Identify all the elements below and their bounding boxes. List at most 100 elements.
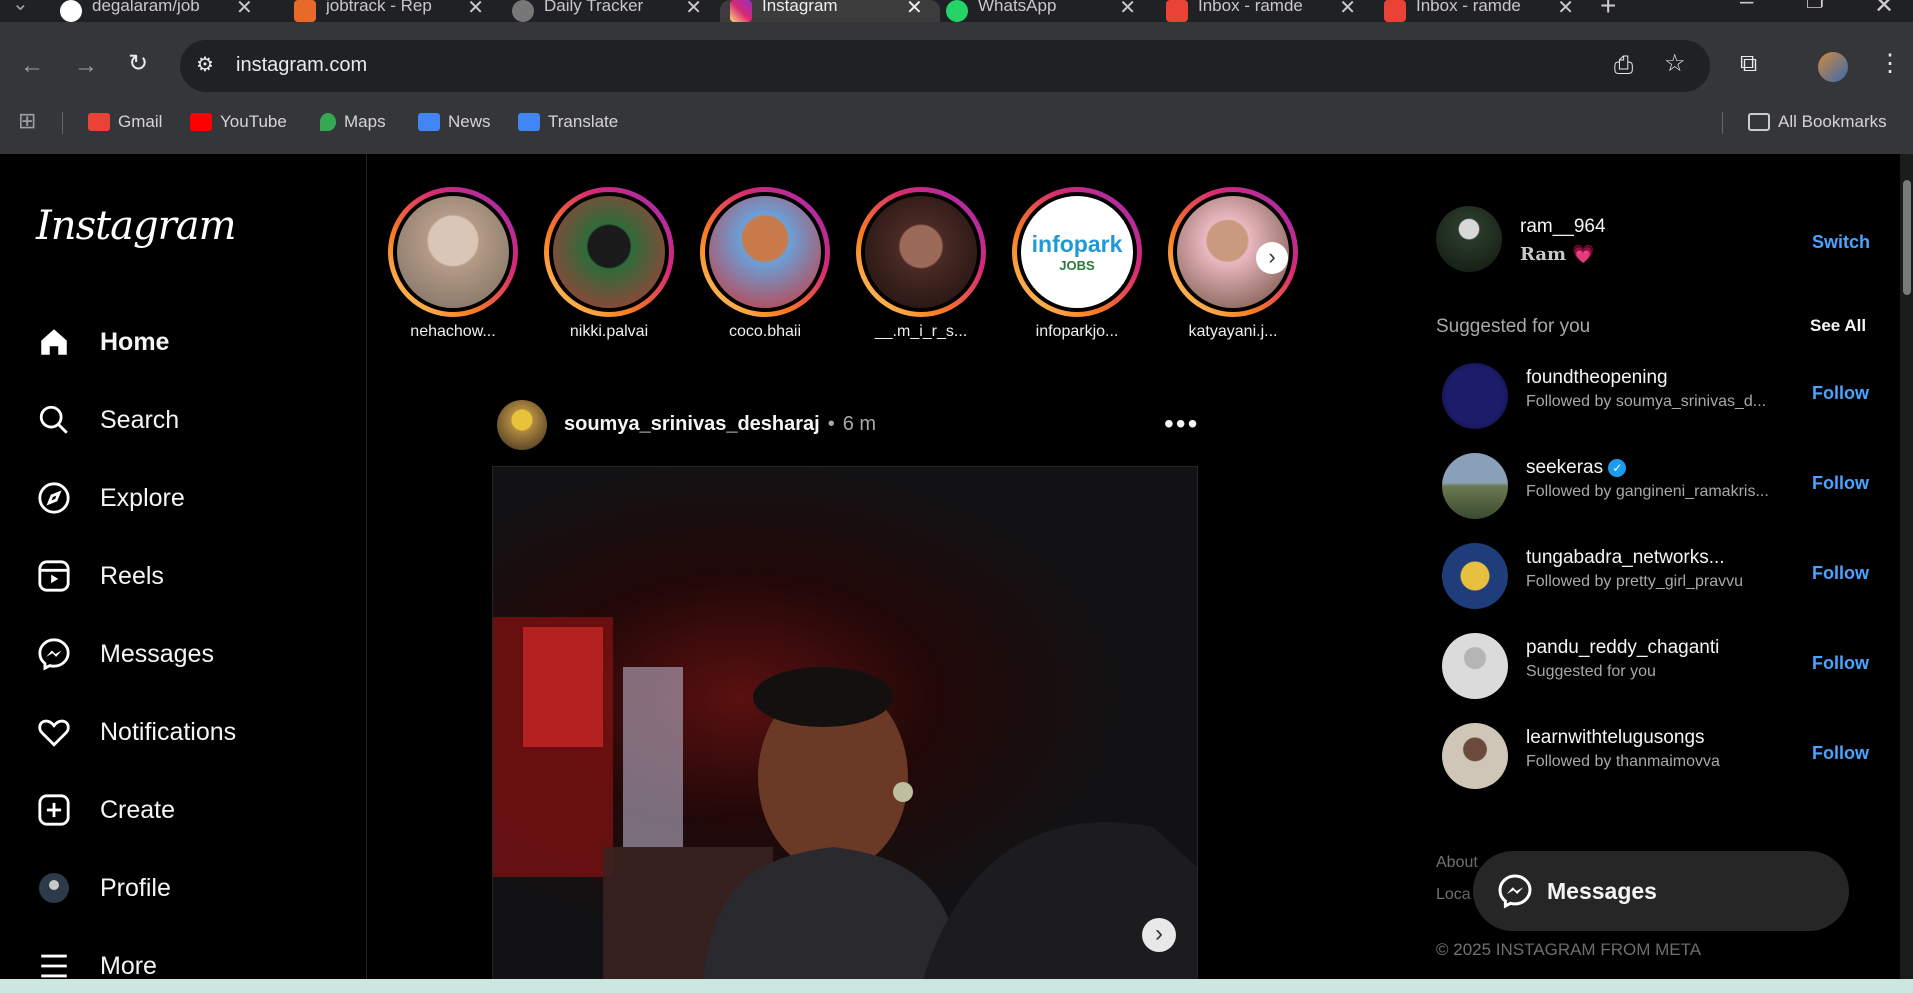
tab-daily-tracker[interactable]: Daily Tracker ✕ bbox=[512, 0, 702, 22]
instagram-logo[interactable]: Instagram bbox=[36, 203, 237, 249]
scrollbar-thumb[interactable] bbox=[1903, 180, 1911, 295]
story-username: nehachow... bbox=[410, 323, 496, 340]
tab-whatsapp[interactable]: WhatsApp ✕ bbox=[946, 0, 1136, 22]
follow-button[interactable]: Follow bbox=[1812, 383, 1869, 404]
restore-icon[interactable]: ❐ bbox=[1806, 0, 1824, 12]
story-item[interactable]: __.m_i_r_s... bbox=[846, 187, 996, 341]
tab-inbox-2[interactable]: Inbox - ramde ✕ bbox=[1384, 0, 1574, 22]
back-icon[interactable]: ← bbox=[20, 54, 44, 78]
site-info-icon[interactable]: ⚙ bbox=[196, 55, 214, 75]
suggestion-username[interactable]: tungabadra_networks... bbox=[1526, 547, 1725, 569]
nav-label: Reels bbox=[100, 561, 164, 590]
nav-label: Explore bbox=[100, 483, 185, 512]
github-icon bbox=[60, 0, 82, 22]
tab-title: jobtrack - Rep bbox=[326, 0, 432, 15]
profile-avatar[interactable] bbox=[1818, 52, 1848, 82]
nav-notifications[interactable]: Notifications bbox=[36, 714, 236, 750]
suggestion-username[interactable]: foundtheopening bbox=[1526, 367, 1668, 389]
story-item[interactable]: nikki.palvai bbox=[534, 187, 684, 341]
switch-account-button[interactable]: Switch bbox=[1812, 232, 1870, 253]
divider bbox=[1722, 112, 1723, 134]
post-image[interactable] bbox=[492, 466, 1198, 981]
bookmark-star-icon[interactable]: ☆ bbox=[1664, 52, 1686, 76]
nav-create[interactable]: Create bbox=[36, 792, 175, 828]
avatar[interactable] bbox=[1442, 633, 1508, 699]
suggestion-username[interactable]: learnwithtelugusongs bbox=[1526, 727, 1705, 749]
bookmark-gmail[interactable]: Gmail bbox=[88, 112, 162, 132]
suggestion-username[interactable]: pandu_reddy_chaganti bbox=[1526, 637, 1719, 659]
story-item[interactable]: infopark JOBS infoparkjo... bbox=[1002, 187, 1152, 341]
close-icon[interactable]: ✕ bbox=[467, 0, 484, 20]
nav-label: Profile bbox=[100, 873, 171, 902]
post-photo bbox=[493, 617, 1197, 980]
folder-icon bbox=[1748, 113, 1770, 131]
close-icon[interactable]: ✕ bbox=[685, 0, 702, 20]
menu-icon[interactable]: ⋮ bbox=[1878, 52, 1902, 76]
close-icon[interactable]: ✕ bbox=[1557, 0, 1574, 20]
avatar[interactable] bbox=[1442, 543, 1508, 609]
story-item[interactable]: nehachow... bbox=[378, 187, 528, 341]
close-icon[interactable]: ✕ bbox=[1119, 0, 1136, 20]
reload-icon[interactable]: ↻ bbox=[128, 52, 148, 76]
suggestion-username[interactable]: seekeras ✓ bbox=[1526, 457, 1627, 479]
youtube-icon bbox=[190, 113, 212, 131]
post-author-avatar[interactable] bbox=[497, 400, 547, 450]
close-icon[interactable]: ✕ bbox=[236, 0, 253, 20]
bookmark-label: News bbox=[448, 112, 491, 131]
create-icon bbox=[36, 792, 72, 828]
minimize-icon[interactable]: – bbox=[1740, 0, 1753, 14]
see-all-button[interactable]: See All bbox=[1810, 316, 1866, 336]
footer-locations-link[interactable]: Loca bbox=[1436, 886, 1471, 904]
tab-jobtrack[interactable]: jobtrack - Rep ✕ bbox=[294, 0, 484, 22]
nav-messages[interactable]: Messages bbox=[36, 636, 214, 672]
carousel-next-icon[interactable]: › bbox=[1142, 918, 1176, 952]
footer-about-link[interactable]: About bbox=[1436, 854, 1478, 872]
avatar[interactable] bbox=[1442, 723, 1508, 789]
follow-button[interactable]: Follow bbox=[1812, 473, 1869, 494]
follow-button[interactable]: Follow bbox=[1812, 653, 1869, 674]
story-username: nikki.palvai bbox=[569, 323, 649, 340]
nav-home[interactable]: Home bbox=[36, 324, 169, 360]
install-app-icon[interactable]: ⎙ bbox=[1614, 54, 1633, 78]
avatar[interactable] bbox=[1442, 453, 1508, 519]
avatar[interactable] bbox=[1436, 206, 1502, 272]
close-icon[interactable]: ✕ bbox=[1339, 0, 1356, 20]
forward-icon[interactable]: → bbox=[74, 54, 98, 78]
nav-profile[interactable]: Profile bbox=[36, 870, 171, 906]
home-icon bbox=[36, 324, 72, 360]
extensions-icon[interactable]: ⧉ bbox=[1740, 52, 1757, 76]
tab-inbox-1[interactable]: Inbox - ramde ✕ bbox=[1166, 0, 1356, 22]
new-tab-button[interactable]: + bbox=[1600, 0, 1616, 20]
address-bar[interactable] bbox=[180, 40, 1710, 92]
tab-github[interactable]: degalaram/job ✕ bbox=[60, 0, 270, 22]
story-item[interactable]: coco.bhaii bbox=[690, 187, 840, 341]
bookmark-youtube[interactable]: YouTube bbox=[190, 112, 287, 132]
bookmark-translate[interactable]: Translate bbox=[518, 112, 618, 132]
post-username[interactable]: soumya_srinivas_desharaj bbox=[564, 413, 820, 436]
close-window-icon[interactable]: ✕ bbox=[1874, 0, 1894, 18]
bookmark-maps[interactable]: Maps bbox=[320, 112, 386, 132]
nav-explore[interactable]: Explore bbox=[36, 480, 185, 516]
story-ring bbox=[544, 187, 674, 317]
url-text[interactable]: instagram.com bbox=[236, 54, 367, 77]
tab-instagram[interactable]: Instagram ✕ bbox=[720, 0, 940, 22]
nav-label: Create bbox=[100, 795, 176, 824]
bookmark-news[interactable]: News bbox=[418, 112, 491, 132]
nav-reels[interactable]: Reels bbox=[36, 558, 164, 594]
tab-title: degalaram/job bbox=[92, 0, 200, 15]
current-username[interactable]: ram__964 bbox=[1520, 216, 1606, 238]
more-options-icon[interactable]: ••• bbox=[1164, 410, 1199, 438]
stories-next-icon[interactable]: › bbox=[1256, 242, 1288, 274]
suggestion-row: foundtheopening Followed by soumya_srini… bbox=[1442, 363, 1912, 433]
tab-search-icon[interactable]: ⌄ bbox=[12, 0, 29, 14]
follow-button[interactable]: Follow bbox=[1812, 743, 1869, 764]
apps-grid-icon[interactable]: ⊞ bbox=[18, 110, 36, 132]
close-icon[interactable]: ✕ bbox=[906, 0, 923, 20]
follow-button[interactable]: Follow bbox=[1812, 563, 1869, 584]
nav-search[interactable]: Search bbox=[36, 402, 179, 438]
suggested-title: Suggested for you bbox=[1436, 316, 1591, 337]
gmail-icon bbox=[1384, 0, 1406, 22]
avatar[interactable] bbox=[1442, 363, 1508, 429]
messages-pill[interactable]: Messages bbox=[1473, 851, 1849, 931]
all-bookmarks[interactable]: All Bookmarks bbox=[1748, 112, 1887, 132]
